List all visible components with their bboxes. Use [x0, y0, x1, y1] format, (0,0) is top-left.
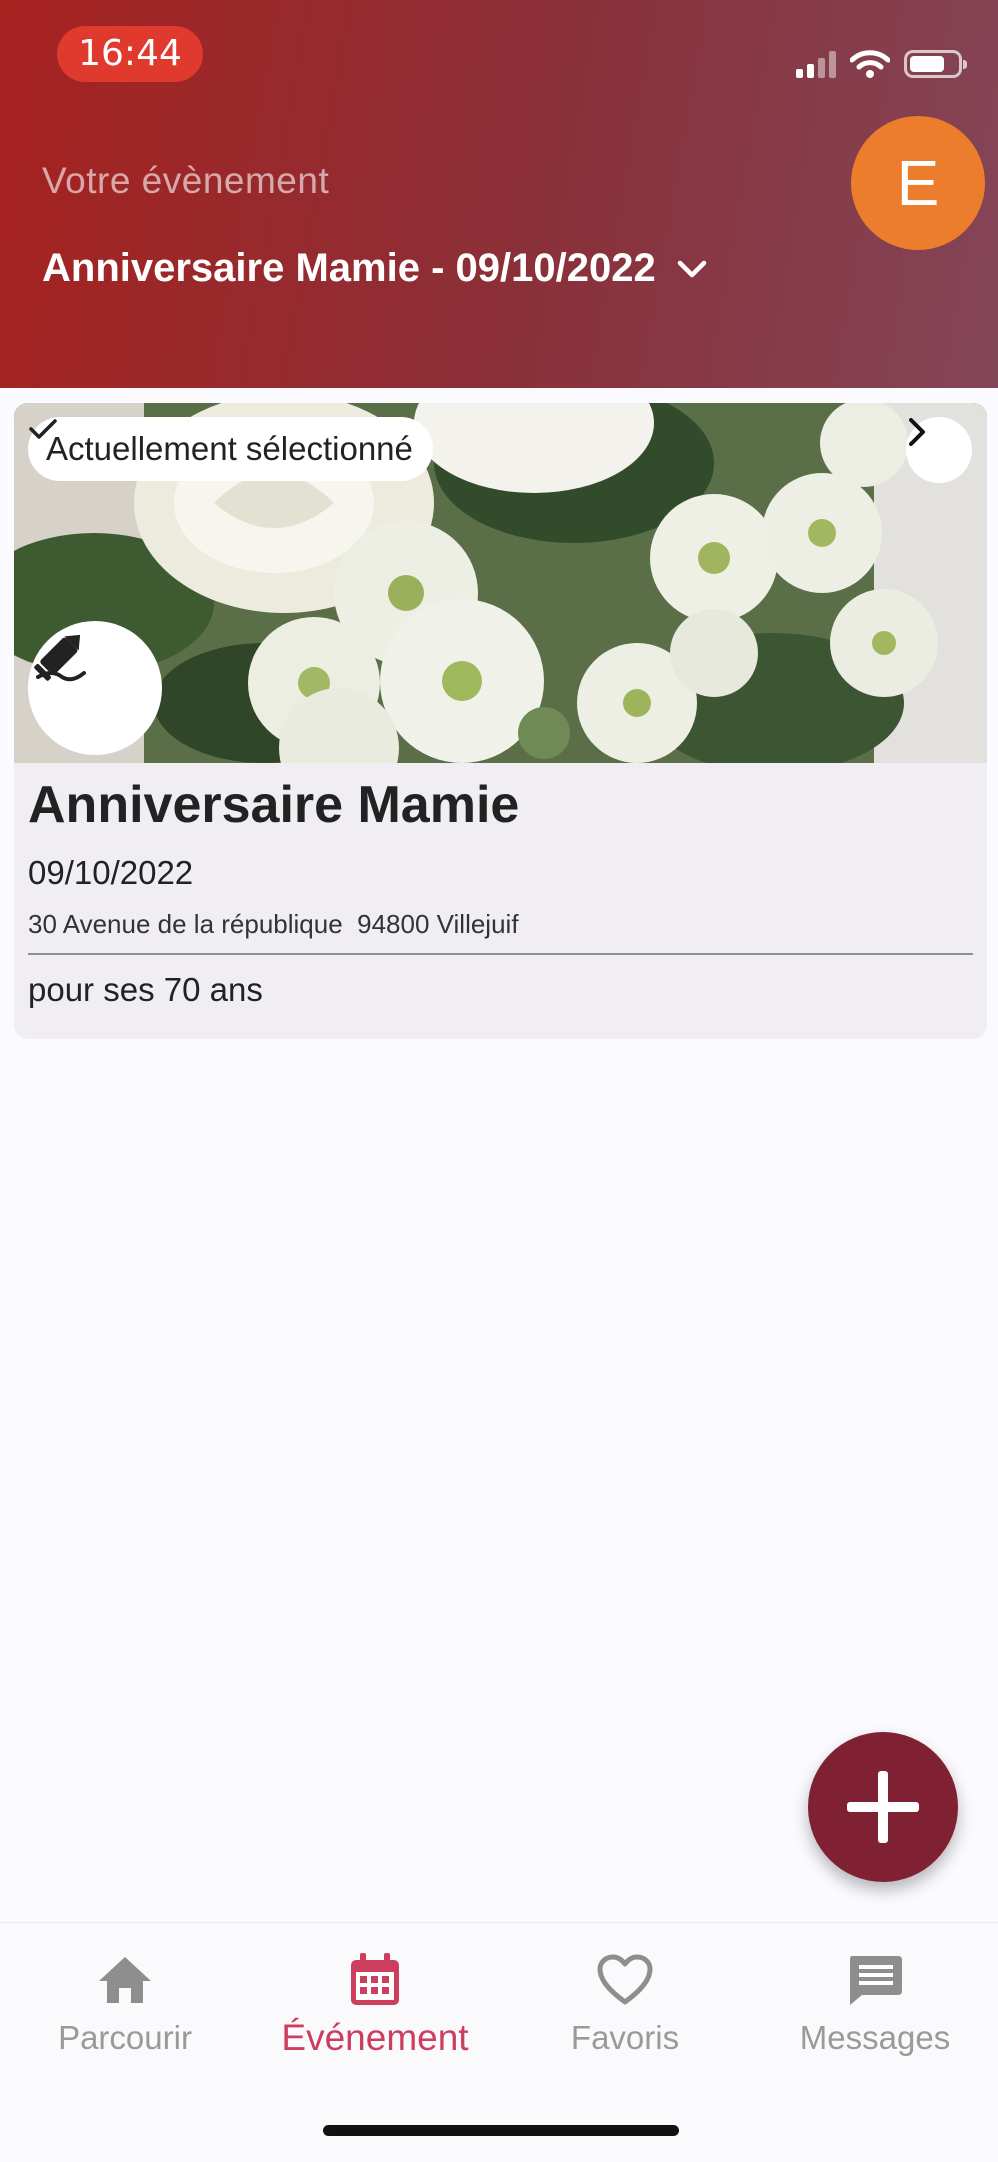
wifi-icon [850, 50, 890, 78]
plus-icon [847, 1771, 919, 1843]
status-icons [796, 44, 967, 84]
edit-pencil-icon [34, 634, 86, 682]
tab-evenement-label: Événement [281, 2017, 469, 2058]
header: 16:44 Votre évènement Anniversaire Mamie… [0, 0, 998, 388]
chevron-right-icon [909, 418, 925, 446]
tab-parcourir[interactable]: Parcourir [0, 1947, 250, 2057]
event-title: Anniversaire Mamie [28, 776, 520, 834]
header-caption: Votre évènement [42, 160, 330, 201]
tab-favoris-label: Favoris [570, 2019, 680, 2056]
add-event-button[interactable] [808, 1732, 958, 1882]
home-indicator [323, 2125, 679, 2136]
calendar-icon [351, 1953, 399, 2005]
tab-evenement[interactable]: Événement [250, 1947, 500, 2059]
chevron-down-icon [677, 260, 706, 277]
next-button[interactable] [906, 417, 972, 483]
event-card[interactable]: Actuellement sélectionné Anniversaire Ma… [14, 403, 987, 1039]
selected-badge: Actuellement sélectionné [28, 417, 433, 481]
tab-messages-label: Messages [799, 2019, 951, 2056]
selected-badge-label: Actuellement sélectionné [46, 430, 413, 467]
tab-parcourir-label: Parcourir [58, 2019, 192, 2056]
event-selector-label: Anniversaire Mamie - 09/10/2022 [42, 246, 656, 290]
tab-bar: Parcourir Événement Favoris Messages [0, 1922, 998, 2162]
home-icon [99, 1957, 151, 2003]
event-selector[interactable]: Anniversaire Mamie - 09/10/2022 [42, 246, 708, 291]
signal-icon [796, 50, 836, 78]
tab-favoris[interactable]: Favoris [500, 1947, 750, 2057]
message-icon [850, 1956, 902, 2005]
tab-messages[interactable]: Messages [750, 1947, 998, 2057]
status-time: 16:44 [57, 26, 203, 82]
event-date: 09/10/2022 [28, 854, 194, 891]
checkmark-icon [29, 419, 57, 439]
edit-button[interactable] [28, 621, 162, 755]
event-address: 30 Avenue de la république 94800 Villeju… [28, 909, 519, 939]
divider [28, 953, 973, 955]
heart-icon [597, 1954, 653, 2005]
event-photo: Actuellement sélectionné [14, 403, 987, 763]
avatar[interactable]: E [851, 116, 985, 250]
battery-icon [904, 50, 967, 78]
screen: 16:44 Votre évènement Anniversaire Mamie… [0, 0, 998, 2162]
event-description: pour ses 70 ans [28, 971, 263, 1008]
